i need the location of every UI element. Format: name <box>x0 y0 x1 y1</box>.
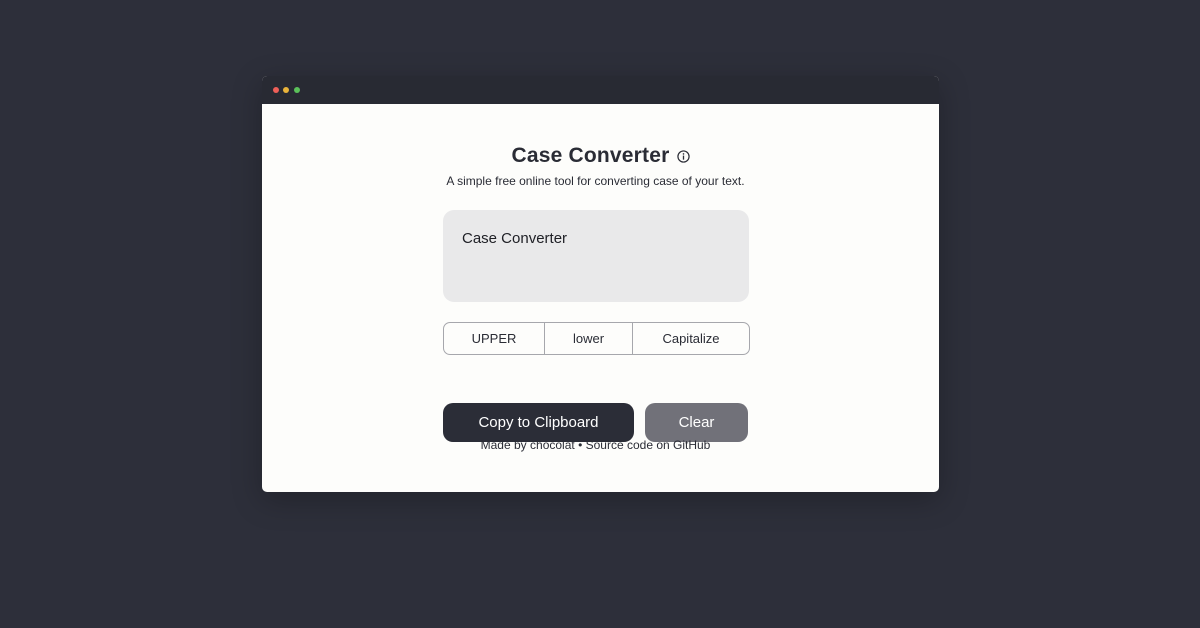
footer-made-by: Made by <box>480 438 527 452</box>
source-code-link[interactable]: Source code on GitHub <box>586 438 711 452</box>
close-window-dot[interactable] <box>273 87 279 93</box>
page-title: Case Converter <box>511 144 670 167</box>
browser-window: Case Converter A simple free online tool… <box>262 76 939 492</box>
footer: Made by chocolat • Source code on GitHub <box>262 438 929 452</box>
author-link[interactable]: chocolat <box>530 438 575 452</box>
info-icon[interactable] <box>676 149 690 163</box>
window-titlebar <box>262 76 939 104</box>
footer-separator: • <box>578 438 583 452</box>
capitalize-button[interactable]: Capitalize <box>633 323 749 354</box>
app-content: Case Converter A simple free online tool… <box>262 104 939 492</box>
maximize-window-dot[interactable] <box>294 87 300 93</box>
title-row: Case Converter <box>262 144 939 168</box>
case-button-group: UPPER lower Capitalize <box>443 322 750 355</box>
copy-to-clipboard-button[interactable]: Copy to Clipboard <box>443 403 634 442</box>
page-subtitle: A simple free online tool for converting… <box>446 174 745 188</box>
uppercase-button[interactable]: UPPER <box>444 323 545 354</box>
text-input[interactable]: Case Converter <box>443 210 749 302</box>
clear-button[interactable]: Clear <box>645 403 748 442</box>
minimize-window-dot[interactable] <box>283 87 289 93</box>
lowercase-button[interactable]: lower <box>545 323 633 354</box>
